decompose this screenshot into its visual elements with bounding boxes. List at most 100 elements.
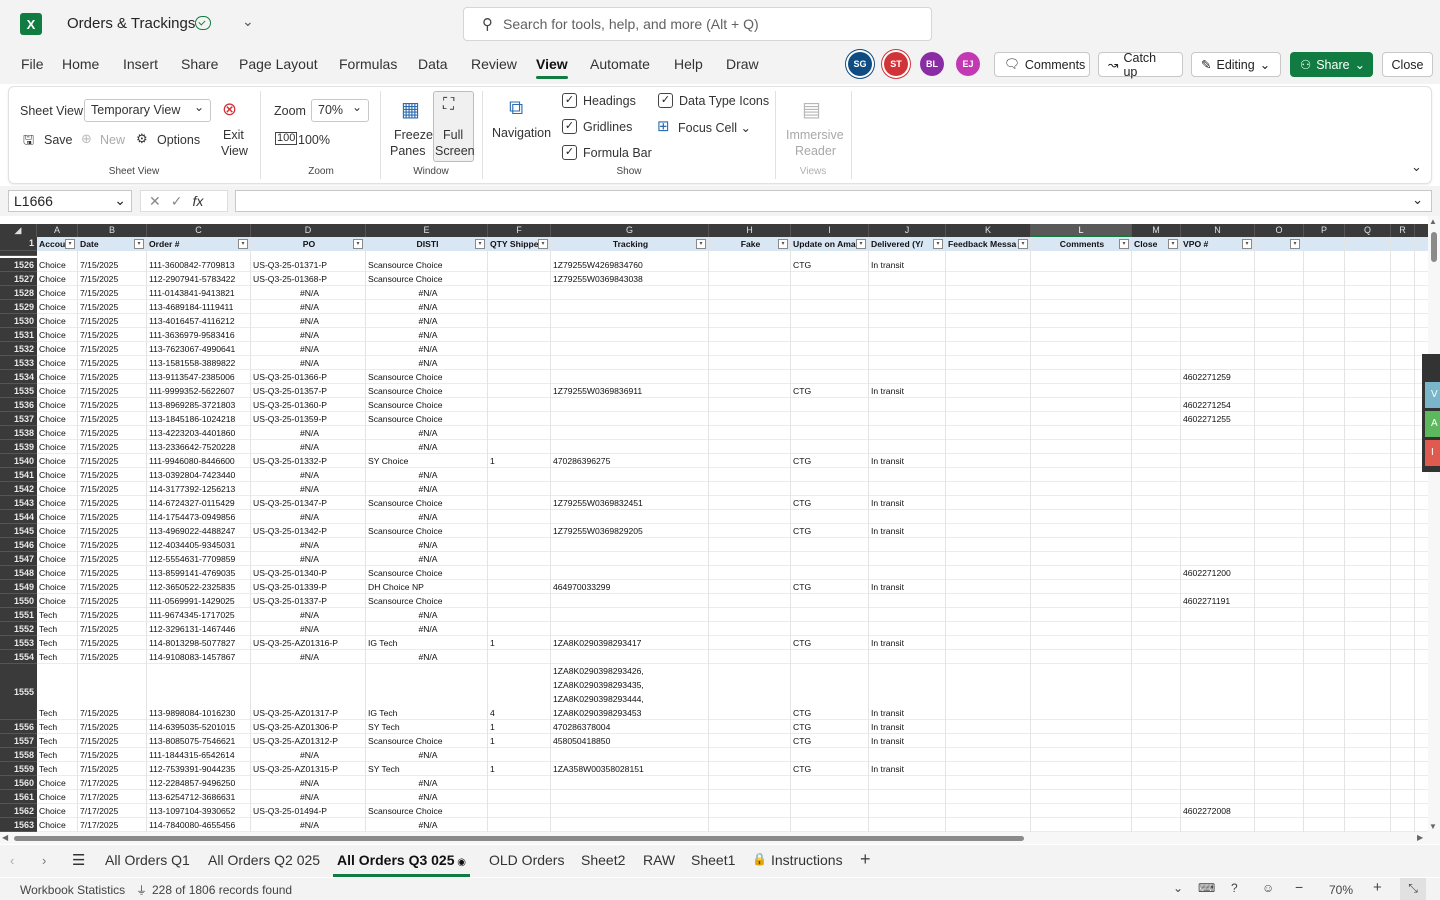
- table-cell[interactable]: 458050418850: [551, 734, 709, 748]
- table-cell[interactable]: 7/17/2025: [78, 818, 147, 832]
- row-header[interactable]: 1535: [0, 384, 37, 398]
- table-cell[interactable]: 470286378004: [551, 720, 709, 734]
- collaborator-avatar[interactable]: ST: [884, 52, 908, 76]
- collapse-ribbon-chevron-icon[interactable]: ⌄: [1411, 159, 1422, 175]
- table-cell[interactable]: 111-0143841-9413821: [147, 286, 251, 300]
- table-cell[interactable]: 7/15/2025: [78, 552, 147, 566]
- table-cell[interactable]: 4: [488, 706, 551, 720]
- table-cell[interactable]: US-Q3-25-01339-P: [251, 580, 366, 594]
- table-cell[interactable]: In transit: [869, 258, 946, 272]
- table-cell[interactable]: 7/15/2025: [78, 496, 147, 510]
- table-cell[interactable]: 7/15/2025: [78, 370, 147, 384]
- menu-data[interactable]: Data: [418, 56, 448, 72]
- table-cell[interactable]: 113-8085075-7546621: [147, 734, 251, 748]
- row-header[interactable]: 1547: [0, 552, 37, 566]
- row-header[interactable]: 1561: [0, 790, 37, 804]
- row-header[interactable]: [0, 251, 37, 256]
- table-cell[interactable]: Choice: [37, 454, 78, 468]
- gridlines-checkbox[interactable]: ✓: [562, 119, 577, 134]
- table-cell[interactable]: 112-2284857-9496250: [147, 776, 251, 790]
- table-cell[interactable]: #N/A: [251, 356, 366, 370]
- table-cell[interactable]: Scansource Choice: [366, 804, 488, 818]
- zoom-out-icon[interactable]: −: [1295, 879, 1303, 895]
- table-cell[interactable]: #N/A: [251, 622, 366, 636]
- keyboard-icon[interactable]: ⌨: [1198, 881, 1215, 895]
- menu-draw[interactable]: Draw: [726, 56, 759, 72]
- sheet-view-dropdown[interactable]: Temporary View: [84, 99, 211, 122]
- table-cell[interactable]: 7/15/2025: [78, 580, 147, 594]
- save-view-button[interactable]: Save: [44, 133, 73, 147]
- table-cell[interactable]: Tech: [37, 762, 78, 776]
- table-cell[interactable]: 7/15/2025: [78, 762, 147, 776]
- table-cell[interactable]: 113-7623067-4990641: [147, 342, 251, 356]
- workbook-statistics[interactable]: Workbook Statistics: [20, 883, 125, 897]
- sheet-tab-instructions[interactable]: Instructions: [771, 852, 843, 868]
- table-cell[interactable]: Choice: [37, 440, 78, 454]
- table-cell[interactable]: #N/A: [366, 538, 488, 552]
- table-cell[interactable]: #N/A: [251, 818, 366, 832]
- table-cell[interactable]: In transit: [869, 720, 946, 734]
- table-cell[interactable]: Choice: [37, 524, 78, 538]
- table-cell[interactable]: #N/A: [366, 650, 488, 664]
- table-cell[interactable]: In transit: [869, 496, 946, 510]
- table-cell[interactable]: Scansource Choice: [366, 370, 488, 384]
- sheet-tab-raw[interactable]: RAW: [643, 852, 675, 868]
- table-cell[interactable]: Choice: [37, 426, 78, 440]
- scroll-down-arrow-icon[interactable]: ▼: [1429, 822, 1437, 831]
- focus-cell-button[interactable]: Focus Cell ⌄: [678, 120, 751, 135]
- table-cell[interactable]: 113-4969022-4488247: [147, 524, 251, 538]
- table-cell[interactable]: 114-6395035-5201015: [147, 720, 251, 734]
- column-header-a[interactable]: A: [37, 224, 78, 237]
- filter-dropdown-icon[interactable]: ▾: [696, 239, 706, 249]
- table-cell[interactable]: 113-1097104-3930652: [147, 804, 251, 818]
- row-header[interactable]: 1556: [0, 720, 37, 734]
- table-cell[interactable]: 111-3600842-7709813: [147, 258, 251, 272]
- filter-dropdown-icon[interactable]: ▾: [353, 239, 363, 249]
- column-header-m[interactable]: M: [1132, 224, 1181, 237]
- table-cell[interactable]: US-Q3-25-AZ01306-P: [251, 720, 366, 734]
- table-cell[interactable]: Scansource Choice: [366, 496, 488, 510]
- menu-insert[interactable]: Insert: [123, 56, 158, 72]
- table-cell[interactable]: #N/A: [366, 608, 488, 622]
- table-cell[interactable]: 7/15/2025: [78, 636, 147, 650]
- table-cell[interactable]: In transit: [869, 384, 946, 398]
- row-header[interactable]: 1555: [0, 664, 37, 720]
- row-header[interactable]: 1544: [0, 510, 37, 524]
- menu-help[interactable]: Help: [674, 56, 703, 72]
- table-cell[interactable]: 113-2336642-7520228: [147, 440, 251, 454]
- new-view-button[interactable]: New: [100, 133, 125, 147]
- zoom-in-icon[interactable]: +: [1373, 879, 1382, 896]
- table-cell[interactable]: Scansource Choice: [366, 594, 488, 608]
- table-cell[interactable]: #N/A: [366, 622, 488, 636]
- row-header[interactable]: 1558: [0, 748, 37, 762]
- next-sheet-arrow-icon[interactable]: ›: [42, 853, 46, 868]
- row-header[interactable]: 1528: [0, 286, 37, 300]
- add-sheet-button[interactable]: +: [860, 849, 871, 870]
- table-cell[interactable]: #N/A: [366, 468, 488, 482]
- confirm-check-icon[interactable]: ✓: [171, 193, 183, 210]
- table-cell[interactable]: Tech: [37, 650, 78, 664]
- table-cell[interactable]: 7/15/2025: [78, 706, 147, 720]
- menu-file[interactable]: File: [21, 56, 44, 72]
- table-cell[interactable]: #N/A: [366, 552, 488, 566]
- horizontal-scroll-thumb[interactable]: [14, 836, 1024, 841]
- table-cell[interactable]: Choice: [37, 566, 78, 580]
- table-cell[interactable]: In transit: [869, 454, 946, 468]
- feedback-icon[interactable]: ☺: [1262, 881, 1274, 895]
- menu-share[interactable]: Share: [181, 56, 218, 72]
- column-header-r[interactable]: R: [1391, 224, 1415, 237]
- table-cell[interactable]: CTG: [791, 706, 869, 720]
- table-cell[interactable]: In transit: [869, 524, 946, 538]
- filter-dropdown-icon[interactable]: ▾: [475, 239, 485, 249]
- table-cell[interactable]: Scansource Choice: [366, 734, 488, 748]
- table-cell[interactable]: US-Q3-25-01360-P: [251, 398, 366, 412]
- table-cell[interactable]: 112-2907941-5783422: [147, 272, 251, 286]
- row-header[interactable]: 1541: [0, 468, 37, 482]
- table-cell[interactable]: #N/A: [251, 342, 366, 356]
- table-cell[interactable]: 113-0392804-7423440: [147, 468, 251, 482]
- table-cell[interactable]: IG Tech: [366, 706, 488, 720]
- table-cell[interactable]: #N/A: [366, 440, 488, 454]
- row-header[interactable]: 1540: [0, 454, 37, 468]
- table-cell[interactable]: #N/A: [366, 426, 488, 440]
- table-cell[interactable]: 7/15/2025: [78, 720, 147, 734]
